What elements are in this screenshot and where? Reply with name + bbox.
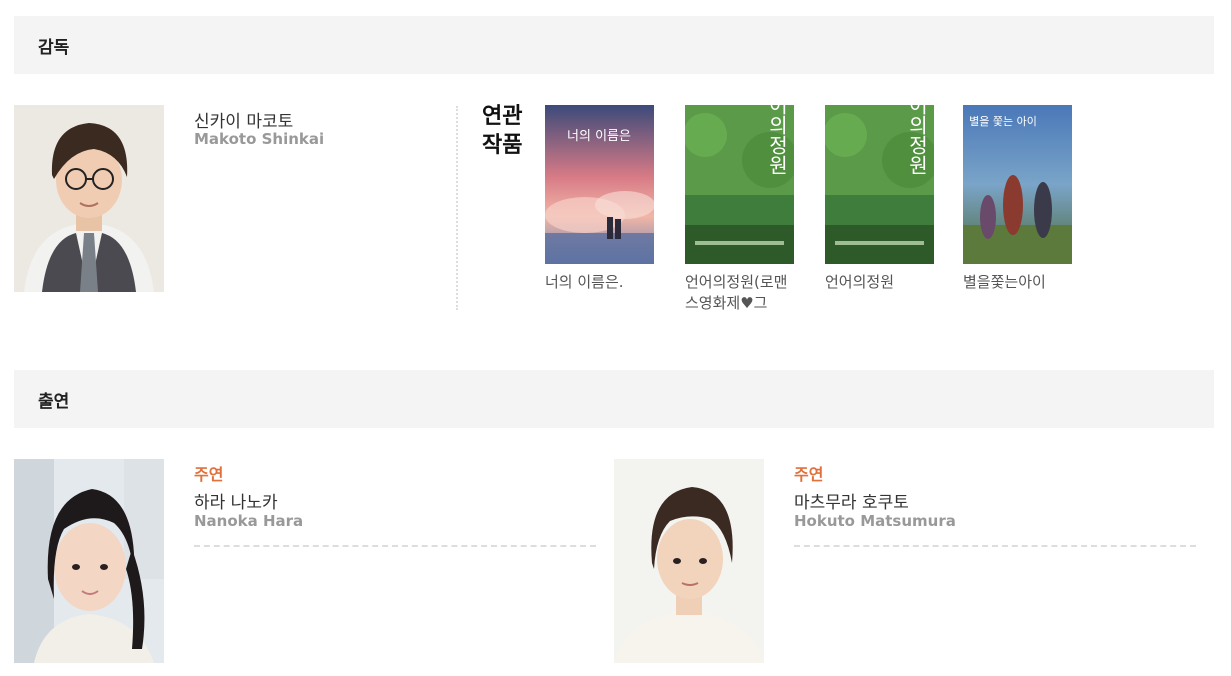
director-section-title: 감독: [38, 37, 70, 58]
cast-section-title: 출연: [38, 391, 70, 412]
poster-garden-text-2: 언어의정원: [905, 105, 929, 175]
poster-children-text: 별을 쫓는 아이: [969, 115, 1037, 128]
related-works-title: 연관 작품: [482, 104, 523, 158]
director-name-en: Makoto Shinkai: [194, 130, 325, 148]
cast-name-en-1: Nanoka Hara: [194, 512, 304, 530]
poster-children-who-chase[interactable]: 별을 쫓는 아이: [963, 105, 1072, 264]
cast-name-en-2: Hokuto Matsumura: [794, 512, 956, 530]
cast-divider-2: [794, 545, 1196, 547]
cast-role-2: 주연: [794, 465, 824, 484]
divider: [456, 106, 458, 310]
poster-title-garden-of-words-romance[interactable]: 언어의정원(로맨스영화제♥그: [685, 272, 797, 314]
poster-your-name-text: 너의 이름은: [567, 129, 631, 144]
poster-title-children-who-chase[interactable]: 별을쫓는아이: [963, 272, 1075, 293]
cast-name-ko-2[interactable]: 마츠무라 호쿠토: [794, 488, 909, 513]
director-name-ko[interactable]: 신카이 마코토: [194, 107, 293, 132]
cast-photo-hokuto-matsumura[interactable]: [614, 459, 764, 663]
cast-divider-1: [194, 545, 596, 547]
poster-title-garden-of-words[interactable]: 언어의정원: [825, 272, 937, 293]
director-photo[interactable]: [14, 105, 164, 292]
poster-garden-text-1: 언어의정원: [765, 105, 789, 175]
poster-your-name[interactable]: 너의 이름은: [545, 105, 654, 264]
cast-section-header: 출연: [14, 370, 1214, 428]
poster-title-your-name[interactable]: 너의 이름은.: [545, 272, 657, 293]
cast-role-1: 주연: [194, 465, 224, 484]
cast-name-ko-1[interactable]: 하라 나노카: [194, 488, 278, 513]
director-section-header: 감독: [14, 16, 1214, 74]
poster-garden-of-words-romance[interactable]: 언어의정원: [685, 105, 794, 264]
poster-garden-of-words[interactable]: 언어의정원: [825, 105, 934, 264]
cast-photo-nanoka-hara[interactable]: [14, 459, 164, 663]
